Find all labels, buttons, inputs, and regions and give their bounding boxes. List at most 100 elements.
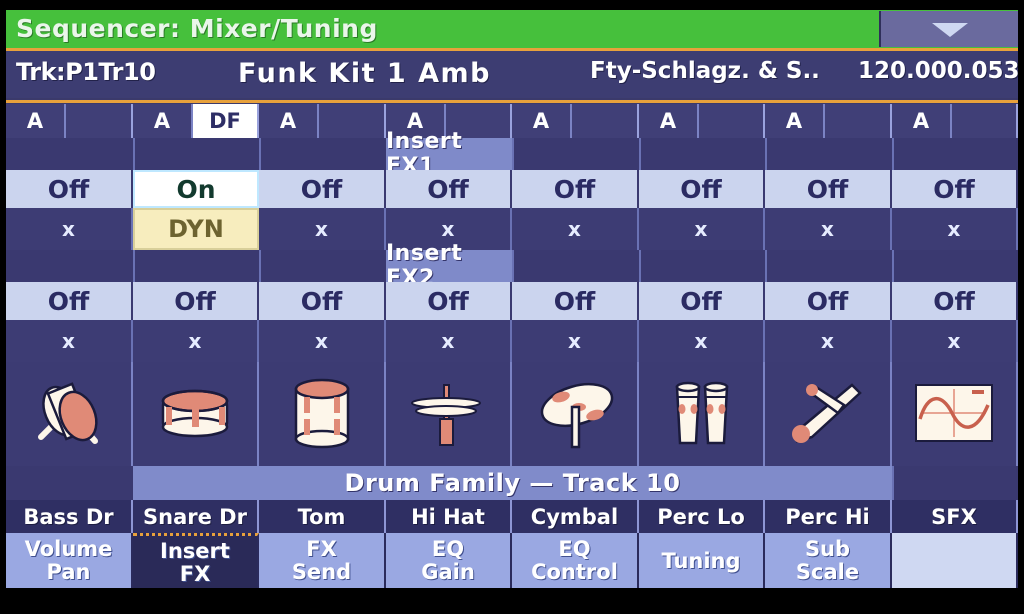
tab-label-line2: Scale [795, 560, 860, 584]
assign-value-cell-sfx[interactable] [952, 104, 1018, 138]
insert-fx2-preset-perc-lo[interactable]: x [639, 320, 765, 362]
tab-fx-send[interactable]: FX Send [259, 533, 386, 588]
insert-fx2-sub-row: xxxxxxxx [6, 320, 1018, 362]
insert-fx2-preset-tom[interactable]: x [259, 320, 386, 362]
assign-value-cell-snare-dr[interactable]: DF [193, 104, 259, 138]
insert-fx1-label: Insert FX1 [386, 129, 512, 179]
tab-volume-pan[interactable]: Volume Pan [6, 533, 133, 588]
insert-fx2-toggle-snare-dr[interactable]: Off [133, 282, 259, 320]
insert-fx1-toggle-sfx[interactable]: Off [892, 170, 1018, 208]
drum-family-name-sfx[interactable]: SFX [892, 500, 1018, 533]
track-info-bar: Trk:P1Tr10 Funk Kit 1 Amb Fty-Schlagz. &… [6, 51, 1018, 98]
drum-family-name-perc-lo[interactable]: Perc Lo [639, 500, 765, 533]
insert-fx2-toggle-perc-lo[interactable]: Off [639, 282, 765, 320]
insert-fx2-toggle-cymbal[interactable]: Off [512, 282, 639, 320]
insert-fx2-toggle-perc-hi[interactable]: Off [765, 282, 892, 320]
drum-family-name-tom[interactable]: Tom [259, 500, 386, 533]
insert-fx2-preset-sfx[interactable]: x [892, 320, 1018, 362]
tab-label-line1: Tuning [661, 548, 741, 573]
track-label[interactable]: Trk:P1Tr10 [16, 58, 156, 86]
grid-divider [637, 250, 641, 282]
cymbal-icon [529, 371, 621, 457]
insert-fx2-preset-hi-hat[interactable]: x [386, 320, 512, 362]
insert-fx1-toggle-snare-dr[interactable]: On [133, 170, 259, 208]
assign-cell-tom[interactable]: A [259, 104, 319, 138]
insert-fx2-preset-cymbal[interactable]: x [512, 320, 639, 362]
drum-family-name-cymbal[interactable]: Cymbal [512, 500, 639, 533]
assign-value-cell-perc-hi[interactable] [825, 104, 892, 138]
insert-fx1-preset-tom[interactable]: x [259, 208, 386, 250]
tab-label-line2: Pan [46, 560, 91, 584]
drum-icon-tom[interactable] [259, 362, 386, 466]
insert-fx1-preset-snare-dr[interactable]: DYN [133, 208, 259, 250]
tab-sub-scale[interactable]: Sub Scale [765, 533, 892, 588]
insert-fx1-toggle-tom[interactable]: Off [259, 170, 386, 208]
assign-cell-perc-lo[interactable]: A [639, 104, 699, 138]
kit-name-label[interactable]: Funk Kit 1 Amb [238, 58, 491, 89]
grid-divider [131, 250, 135, 282]
tab-eq-control[interactable]: EQ Control [512, 533, 639, 588]
insert-fx1-value-row: Off On Off Off Off Off Off Off [6, 170, 1018, 208]
insert-fx1-toggle-hi-hat[interactable]: Off [386, 170, 512, 208]
tom-drum-icon [276, 371, 368, 457]
assign-value-cell-tom[interactable] [319, 104, 386, 138]
assign-value-cell-bass-dr[interactable] [66, 104, 133, 138]
drum-family-name-snare-dr[interactable]: Snare Dr [133, 500, 259, 533]
insert-fx2-toggle-bass-dr[interactable]: Off [6, 282, 133, 320]
grid-divider [257, 138, 261, 170]
assign-value-cell-cymbal[interactable] [572, 104, 639, 138]
insert-fx1-toggle-bass-dr[interactable]: Off [6, 170, 133, 208]
grid-divider [763, 250, 767, 282]
assign-cell-bass-dr[interactable]: A [6, 104, 66, 138]
insert-fx1-toggle-cymbal[interactable]: Off [512, 170, 639, 208]
tab-tab [892, 533, 1018, 588]
insert-fx2-toggle-tom[interactable]: Off [259, 282, 386, 320]
mixer-grid: A A DF A A A A A A Insert FX1 Off On Off Off Off Off O… [6, 104, 1018, 588]
page-title: Sequencer: Mixer/Tuning [16, 14, 378, 43]
tab-insert-fx[interactable]: Insert FX [133, 533, 259, 588]
drum-icon-perc-hi[interactable] [765, 362, 892, 466]
assign-cell-cymbal[interactable]: A [512, 104, 572, 138]
tab-label-line1: EQ [431, 537, 465, 561]
tab-label-line1: FX [306, 537, 337, 561]
congas-icon [655, 371, 747, 457]
assign-cell-perc-hi[interactable]: A [765, 104, 825, 138]
hi-hat-icon [402, 371, 494, 457]
grid-divider [890, 138, 894, 170]
page-menu-dropdown-button[interactable] [879, 11, 1018, 47]
drum-family-name-bass-dr[interactable]: Bass Dr [6, 500, 133, 533]
tab-label-line1: EQ [558, 537, 591, 561]
drum-icon-perc-lo[interactable] [639, 362, 765, 466]
assign-cell-snare-dr[interactable]: A [133, 104, 193, 138]
drum-icon-sfx[interactable] [892, 362, 1018, 466]
insert-fx2-toggle-hi-hat[interactable]: Off [386, 282, 512, 320]
insert-fx1-preset-perc-lo[interactable]: x [639, 208, 765, 250]
source-label: Fty-Schlagz. & S.. [590, 58, 820, 84]
tab-eq-gain[interactable]: EQ Gain [386, 533, 512, 588]
grid-divider [131, 138, 135, 170]
insert-fx1-toggle-perc-hi[interactable]: Off [765, 170, 892, 208]
tab-tuning[interactable]: Tuning [639, 533, 765, 588]
drum-family-name-hi-hat[interactable]: Hi Hat [386, 500, 512, 533]
insert-fx2-preset-bass-dr[interactable]: x [6, 320, 133, 362]
drum-icon-hi-hat[interactable] [386, 362, 512, 466]
insert-fx1-preset-cymbal[interactable]: x [512, 208, 639, 250]
insert-fx1-toggle-perc-lo[interactable]: Off [639, 170, 765, 208]
assign-cell-sfx[interactable]: A [892, 104, 952, 138]
grid-divider [763, 138, 767, 170]
grid-divider [890, 250, 894, 282]
insert-fx1-preset-bass-dr[interactable]: x [6, 208, 133, 250]
bass-drum-icon [23, 371, 115, 457]
drum-icon-cymbal[interactable] [512, 362, 639, 466]
insert-fx1-preset-sfx[interactable]: x [892, 208, 1018, 250]
drum-family-bar-row: Drum Family — Track 10 [6, 466, 1018, 500]
insert-fx1-preset-perc-hi[interactable]: x [765, 208, 892, 250]
insert-fx2-toggle-sfx[interactable]: Off [892, 282, 1018, 320]
insert-fx2-preset-perc-hi[interactable]: x [765, 320, 892, 362]
drum-icon-snare-dr[interactable] [133, 362, 259, 466]
insert-fx2-preset-snare-dr[interactable]: x [133, 320, 259, 362]
drum-icon-bass-dr[interactable] [6, 362, 133, 466]
assign-row: A A DF A A A A A A [6, 104, 1018, 138]
assign-value-cell-perc-lo[interactable] [699, 104, 765, 138]
drum-family-name-perc-hi[interactable]: Perc Hi [765, 500, 892, 533]
